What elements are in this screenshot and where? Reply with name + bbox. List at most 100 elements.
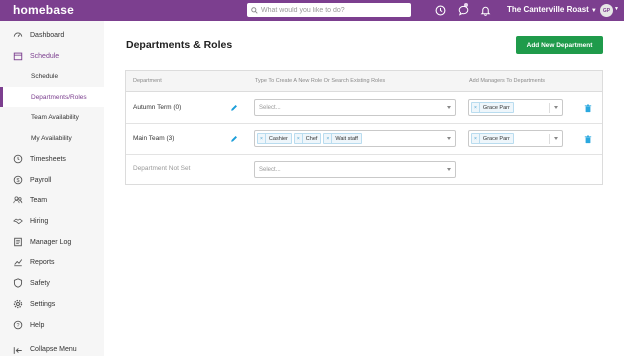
collapse-menu-button[interactable]: Collapse Menu	[0, 344, 104, 356]
sidebar-item-label: Help	[30, 321, 45, 329]
sidebar-item-label: My Availability	[31, 134, 72, 142]
sidebar-item-label: Schedule	[30, 52, 60, 60]
search-input[interactable]	[261, 6, 406, 14]
managers-select[interactable]: × Grace Parr	[468, 99, 563, 116]
table-row: Main Team (3) × Cashier × Chef × Wait staff…	[126, 124, 602, 155]
help-icon: ?	[13, 320, 23, 330]
roles-select[interactable]: Select...	[254, 161, 456, 178]
sidebar-item-my-availability[interactable]: My Availability	[0, 128, 104, 148]
chevron-down-icon: ▼	[590, 8, 597, 14]
trash-icon[interactable]	[584, 135, 592, 144]
manager-tag: × Grace Parr	[471, 102, 514, 113]
search-icon	[251, 6, 258, 14]
chevron-down-icon	[447, 137, 451, 140]
active-indicator	[0, 87, 3, 107]
top-bar: homebase The Canterville Roast▼ GP ▼	[0, 0, 624, 21]
sidebar-item-departments-roles[interactable]: Departments/Roles	[0, 87, 104, 107]
column-header-roles: Type To Create A New Role Or Search Exis…	[255, 78, 386, 84]
sidebar-item-label: Hiring	[30, 217, 49, 225]
sidebar-item-team-availability[interactable]: Team Availability	[0, 107, 104, 127]
remove-tag-icon[interactable]: ×	[324, 134, 333, 143]
sidebar-item-label: Safety	[30, 279, 50, 287]
sidebar-item-manager-log[interactable]: Manager Log	[0, 232, 104, 252]
department-name: Main Team (3)	[133, 135, 175, 142]
roles-select[interactable]: Select...	[254, 99, 456, 116]
sidebar-item-label: Timesheets	[30, 155, 66, 163]
sidebar-item-settings[interactable]: Settings	[0, 294, 104, 314]
roles-select[interactable]: × Cashier × Chef × Wait staff	[254, 130, 456, 147]
managers-select[interactable]: × Grace Parr	[468, 130, 563, 147]
avatar[interactable]: GP	[600, 4, 613, 17]
page-title: Departments & Roles	[126, 39, 233, 51]
sidebar-item-reports[interactable]: Reports	[0, 252, 104, 272]
homebase-logo[interactable]: homebase	[13, 3, 74, 17]
chevron-down-icon	[554, 106, 558, 109]
sidebar-item-dashboard[interactable]: Dashboard	[0, 25, 104, 45]
role-tag: × Chef	[293, 133, 322, 144]
role-tag: × Cashier	[257, 133, 292, 144]
manager-tag: × Grace Parr	[471, 133, 514, 144]
remove-tag-icon[interactable]: ×	[472, 134, 480, 143]
sidebar-item-label: Payroll	[30, 176, 52, 184]
collapse-icon	[13, 345, 23, 355]
gear-icon	[13, 299, 23, 309]
edit-pencil-icon[interactable]	[230, 104, 238, 112]
log-icon	[13, 237, 23, 247]
remove-tag-icon[interactable]: ×	[258, 134, 266, 143]
department-name: Autumn Term (0)	[133, 104, 182, 111]
clock-icon	[13, 154, 23, 164]
sidebar-item-payroll[interactable]: $ Payroll	[0, 170, 104, 190]
roles-select-placeholder: Select...	[259, 167, 281, 173]
sidebar-item-safety[interactable]: Safety	[0, 273, 104, 293]
sidebar: Dashboard Schedule Schedule Departments/…	[0, 21, 104, 356]
column-header-managers: Add Managers To Departments	[469, 78, 546, 84]
role-tag-label: Wait staff	[335, 135, 358, 142]
handshake-icon	[13, 216, 23, 226]
sidebar-item-label: Manager Log	[30, 238, 72, 246]
departments-table: Department Type To Create A New Role Or …	[125, 70, 603, 185]
dashboard-icon	[13, 30, 23, 40]
sidebar-item-team[interactable]: Team	[0, 190, 104, 210]
svg-text:$: $	[16, 178, 19, 184]
calendar-icon	[13, 51, 23, 61]
table-row: Autumn Term (0) Select... × Grace Parr	[126, 93, 602, 124]
sidebar-item-label: Departments/Roles	[31, 93, 87, 101]
sidebar-item-label: Settings	[30, 300, 56, 308]
table-header: Department Type To Create A New Role Or …	[126, 71, 602, 92]
search-box[interactable]	[247, 3, 411, 17]
chevron-down-icon[interactable]: ▼	[614, 6, 619, 12]
chart-icon	[13, 257, 23, 267]
role-tag: × Wait staff	[323, 133, 362, 144]
remove-tag-icon[interactable]: ×	[472, 103, 480, 112]
role-tag-label: Chef	[305, 135, 318, 142]
bell-icon[interactable]	[479, 4, 492, 17]
edit-pencil-icon[interactable]	[230, 135, 238, 143]
sidebar-item-timesheets[interactable]: Timesheets	[0, 149, 104, 169]
sidebar-item-label: Reports	[30, 258, 55, 266]
remove-tag-icon[interactable]: ×	[295, 134, 303, 143]
sidebar-item-label: Team Availability	[31, 113, 79, 121]
company-switcher[interactable]: The Canterville Roast ▼	[507, 5, 597, 14]
add-new-department-button[interactable]: Add New Department	[516, 36, 603, 54]
sidebar-item-hiring[interactable]: Hiring	[0, 211, 104, 231]
shield-icon	[13, 278, 23, 288]
company-name: The Canterville Roast	[507, 5, 589, 14]
chat-icon[interactable]	[457, 4, 470, 17]
select-separator	[549, 134, 550, 144]
manager-tag-label: Grace Parr	[482, 135, 510, 142]
clock-icon[interactable]	[434, 4, 447, 17]
dollar-icon: $	[13, 175, 23, 185]
chevron-down-icon	[447, 106, 451, 109]
trash-icon[interactable]	[584, 104, 592, 113]
select-separator	[549, 103, 550, 113]
svg-text:?: ?	[16, 323, 19, 329]
roles-select-placeholder: Select...	[259, 105, 281, 111]
sidebar-item-label: Team	[30, 196, 48, 204]
sidebar-item-schedule-sub[interactable]: Schedule	[0, 66, 104, 86]
manager-tag-label: Grace Parr	[482, 104, 510, 111]
department-name: Department Not Set	[133, 165, 191, 172]
sidebar-item-help[interactable]: ? Help	[0, 315, 104, 335]
sidebar-item-schedule[interactable]: Schedule	[0, 46, 104, 66]
sidebar-item-label: Schedule	[31, 72, 59, 80]
collapse-menu-label: Collapse Menu	[30, 346, 77, 353]
